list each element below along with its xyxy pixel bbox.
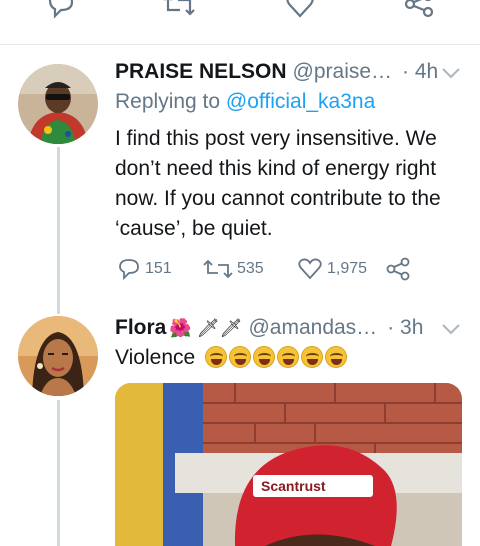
tweet-text-content: Violence <box>115 346 196 369</box>
avatar[interactable] <box>18 316 98 396</box>
share-button[interactable] <box>385 255 415 283</box>
replying-handle-link[interactable]: @official_ka3na <box>226 90 375 113</box>
reply-icon <box>119 259 139 281</box>
like-count: 1,975 <box>327 260 368 277</box>
tweet-text: I find this post very insensitive. We do… <box>115 127 441 240</box>
replying-to: Replying to @official_ka3na <box>115 90 375 114</box>
timestamp[interactable]: · 3h <box>387 316 423 340</box>
share-icon <box>386 257 410 281</box>
tweet-text: Violence <box>115 343 470 373</box>
previous-tweet-actions <box>0 0 480 30</box>
user-handle[interactable]: @amandas… <box>248 316 377 340</box>
tweet-divider <box>0 44 480 45</box>
thread-connector <box>57 400 60 546</box>
laughing-emoji-icon <box>325 346 348 368</box>
user-handle[interactable]: @praise… <box>293 60 393 84</box>
chevron-down-icon[interactable] <box>441 322 461 336</box>
like-icon[interactable] <box>283 0 317 24</box>
name-emojis: 🌺 🗡🗡 <box>169 317 243 338</box>
like-icon <box>298 258 322 280</box>
avatar[interactable] <box>18 64 98 144</box>
reply-icon[interactable] <box>44 0 78 24</box>
laughing-emoji-icon <box>205 346 228 368</box>
replying-prefix: Replying to <box>115 90 221 113</box>
reply-button[interactable]: 151 <box>117 255 172 283</box>
tweet-media-image[interactable]: Scantrust <box>115 383 462 546</box>
tweet-header: Flora 🌺 🗡🗡 @amandas… · 3h <box>115 313 423 343</box>
display-name[interactable]: Flora <box>115 316 166 340</box>
retweet-icon[interactable] <box>162 0 196 24</box>
timestamp[interactable]: · 4h <box>402 60 438 84</box>
chevron-down-icon[interactable] <box>441 66 461 80</box>
laughing-emoji-icon <box>229 346 252 368</box>
laughing-emoji-row <box>205 346 349 369</box>
retweet-count: 535 <box>237 260 264 277</box>
laughing-emoji-icon <box>301 346 324 368</box>
retweet-icon <box>203 259 233 279</box>
laughing-emoji-icon <box>253 346 276 368</box>
display-name[interactable]: PRAISE NELSON <box>115 60 287 84</box>
tweet-actions: 151 535 1,975 <box>115 255 435 283</box>
tweet-header: PRAISE NELSON @praise… · 4h <box>115 57 438 87</box>
retweet-button[interactable]: 535 <box>203 255 264 283</box>
laughing-emoji-icon <box>277 346 300 368</box>
thread-connector <box>57 147 60 314</box>
share-icon[interactable] <box>402 0 436 24</box>
cap-logo-text: Scantrust <box>261 478 326 494</box>
like-button[interactable]: 1,975 <box>297 255 367 283</box>
reply-count: 151 <box>145 260 172 277</box>
